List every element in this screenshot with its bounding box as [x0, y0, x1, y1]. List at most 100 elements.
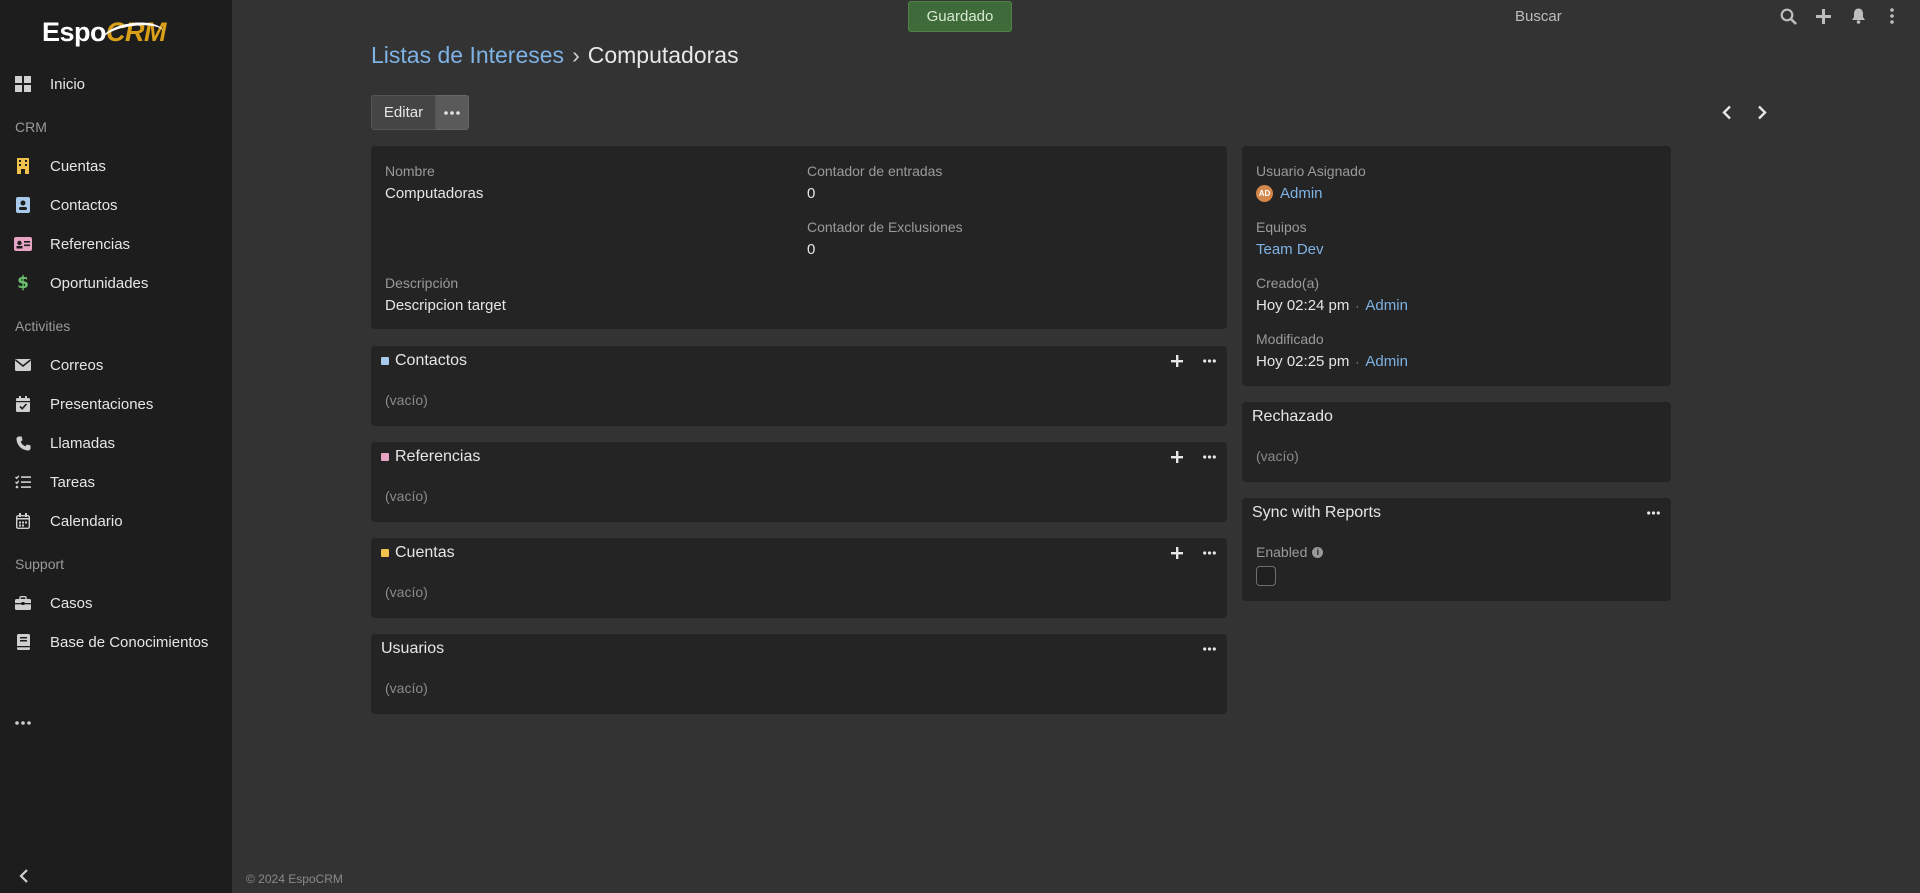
sidebar-item-opportunities[interactable]: $ Oportunidades: [0, 266, 232, 300]
sidebar-item-tasks[interactable]: Tareas: [0, 465, 232, 499]
chevron-left-icon: [1722, 105, 1731, 119]
calendar-check-icon: [14, 395, 32, 413]
breadcrumb-parent-link[interactable]: Listas de Intereses: [371, 42, 564, 69]
sidebar-item-label: Referencias: [50, 235, 131, 253]
empty-state-text: (vacío): [385, 488, 428, 504]
sync-reports-panel-title: Sync with Reports: [1252, 504, 1381, 522]
vertical-ellipsis-icon: [1890, 8, 1894, 24]
separator-dot: ·: [1355, 354, 1360, 369]
sidebar-section-support: Support: [15, 556, 65, 572]
created-label: Creado(a): [1256, 275, 1320, 291]
users-panel: Usuarios (vacío): [371, 634, 1227, 714]
edit-button[interactable]: Editar: [371, 95, 436, 130]
sidebar-item-label: Correos: [50, 356, 104, 374]
panel-title-text: Sync with Reports: [1252, 504, 1381, 521]
contacts-panel: Contactos (vacío): [371, 346, 1227, 426]
footer-copyright: © 2024 EspoCRM: [246, 872, 343, 886]
panel-title-text: Referencias: [395, 448, 481, 465]
plus-icon: [1815, 8, 1831, 24]
sidebar-item-leads[interactable]: Referencias: [0, 227, 232, 261]
ellipsis-icon: [1202, 359, 1216, 363]
modified-value: Hoy 02:25 pm · Admin: [1256, 353, 1408, 370]
users-panel-menu-button[interactable]: [1199, 639, 1219, 659]
overview-panel: Nombre Computadoras Contador de entradas…: [371, 146, 1227, 329]
search-button[interactable]: [1778, 6, 1798, 26]
empty-state-text: (vacío): [385, 680, 428, 696]
sidebar-item-emails[interactable]: Correos: [0, 348, 232, 382]
page-title: Computadoras: [587, 42, 739, 68]
exclusions-count-label: Contador de Exclusiones: [807, 219, 963, 235]
sidebar-item-home[interactable]: Inicio: [0, 67, 232, 101]
global-search-input[interactable]: [1515, 4, 1765, 28]
modified-by-link[interactable]: Admin: [1365, 353, 1408, 370]
search-icon: [1780, 8, 1797, 25]
sidebar-item-calendar[interactable]: Calendario: [0, 504, 232, 538]
previous-record-button[interactable]: [1716, 101, 1738, 123]
sidebar-item-accounts[interactable]: Cuentas: [0, 149, 232, 183]
bell-icon: [1851, 8, 1865, 24]
calendar-icon: [14, 512, 32, 530]
menu-button[interactable]: [1882, 6, 1902, 26]
accounts-panel-menu-button[interactable]: [1199, 543, 1219, 563]
sync-reports-panel: Sync with Reports Enabled i: [1242, 498, 1671, 601]
leads-panel-menu-button[interactable]: [1199, 447, 1219, 467]
plus-icon: [1171, 355, 1183, 367]
separator-dot: ·: [1355, 298, 1360, 313]
entries-count-value: 0: [807, 185, 816, 202]
ellipsis-icon: [444, 110, 460, 115]
contact-card-icon: [14, 196, 32, 214]
sidebar-item-cases[interactable]: Casos: [0, 586, 232, 620]
logo-text-espo: Espo: [42, 16, 107, 47]
accounts-panel: Cuentas (vacío): [371, 538, 1227, 618]
rejected-panel-title: Rechazado: [1252, 408, 1333, 426]
plus-icon: [1171, 451, 1183, 463]
name-value: Computadoras: [385, 185, 484, 202]
created-value: Hoy 02:24 pm · Admin: [1256, 297, 1408, 314]
dashboard-icon: [14, 75, 32, 93]
breadcrumb: Listas de Intereses › Computadoras: [371, 42, 739, 69]
more-actions-button[interactable]: [436, 95, 469, 130]
breadcrumb-separator: ›: [572, 42, 580, 68]
dollar-icon: $: [17, 273, 29, 293]
sidebar-item-label: Base de Conocimientos: [50, 633, 209, 651]
espocrm-logo[interactable]: Espo CRM: [42, 12, 167, 52]
info-icon[interactable]: i: [1312, 546, 1324, 558]
panel-title-text: Cuentas: [395, 544, 455, 561]
sidebar-item-meetings[interactable]: Presentaciones: [0, 387, 232, 421]
accounts-panel-title: Cuentas: [381, 544, 455, 562]
assigned-user-link[interactable]: Admin: [1280, 185, 1323, 202]
panel-title-text: Contactos: [395, 352, 468, 369]
next-record-button[interactable]: [1751, 101, 1773, 123]
sync-panel-menu-button[interactable]: [1643, 503, 1663, 523]
enabled-checkbox[interactable]: [1256, 566, 1276, 586]
sidebar-item-calls[interactable]: Llamadas: [0, 426, 232, 460]
panel-title-text: Rechazado: [1252, 408, 1333, 425]
add-contact-button[interactable]: [1167, 351, 1187, 371]
created-by-link[interactable]: Admin: [1365, 297, 1408, 314]
modified-time: Hoy 02:25 pm: [1256, 353, 1350, 370]
chevron-right-icon: [1758, 105, 1767, 119]
collapse-sidebar-button[interactable]: [14, 866, 34, 886]
add-account-button[interactable]: [1167, 543, 1187, 563]
assigned-user-label: Usuario Asignado: [1256, 163, 1366, 179]
sidebar-section-activities: Activities: [15, 318, 71, 334]
sidebar-item-label: Tareas: [50, 473, 96, 491]
book-icon: [14, 633, 32, 651]
sidebar-item-knowledge-base[interactable]: Base de Conocimientos: [0, 625, 232, 659]
entries-count-label: Contador de entradas: [807, 163, 943, 179]
building-icon: [14, 157, 32, 175]
quick-create-button[interactable]: [1813, 6, 1833, 26]
team-link[interactable]: Team Dev: [1256, 241, 1324, 258]
plus-icon: [1171, 547, 1183, 559]
created-time: Hoy 02:24 pm: [1256, 297, 1350, 314]
sidebar-item-label: Calendario: [50, 512, 123, 530]
sidebar-more-button[interactable]: [0, 706, 232, 740]
ellipsis-icon: [1202, 647, 1216, 651]
add-lead-button[interactable]: [1167, 447, 1187, 467]
sidebar-item-contacts[interactable]: Contactos: [0, 188, 232, 222]
notifications-button[interactable]: [1848, 6, 1868, 26]
accounts-color-marker: [381, 549, 389, 557]
contacts-panel-menu-button[interactable]: [1199, 351, 1219, 371]
saved-status-badge: Guardado: [908, 1, 1012, 32]
sidebar-item-label: Presentaciones: [50, 395, 154, 413]
